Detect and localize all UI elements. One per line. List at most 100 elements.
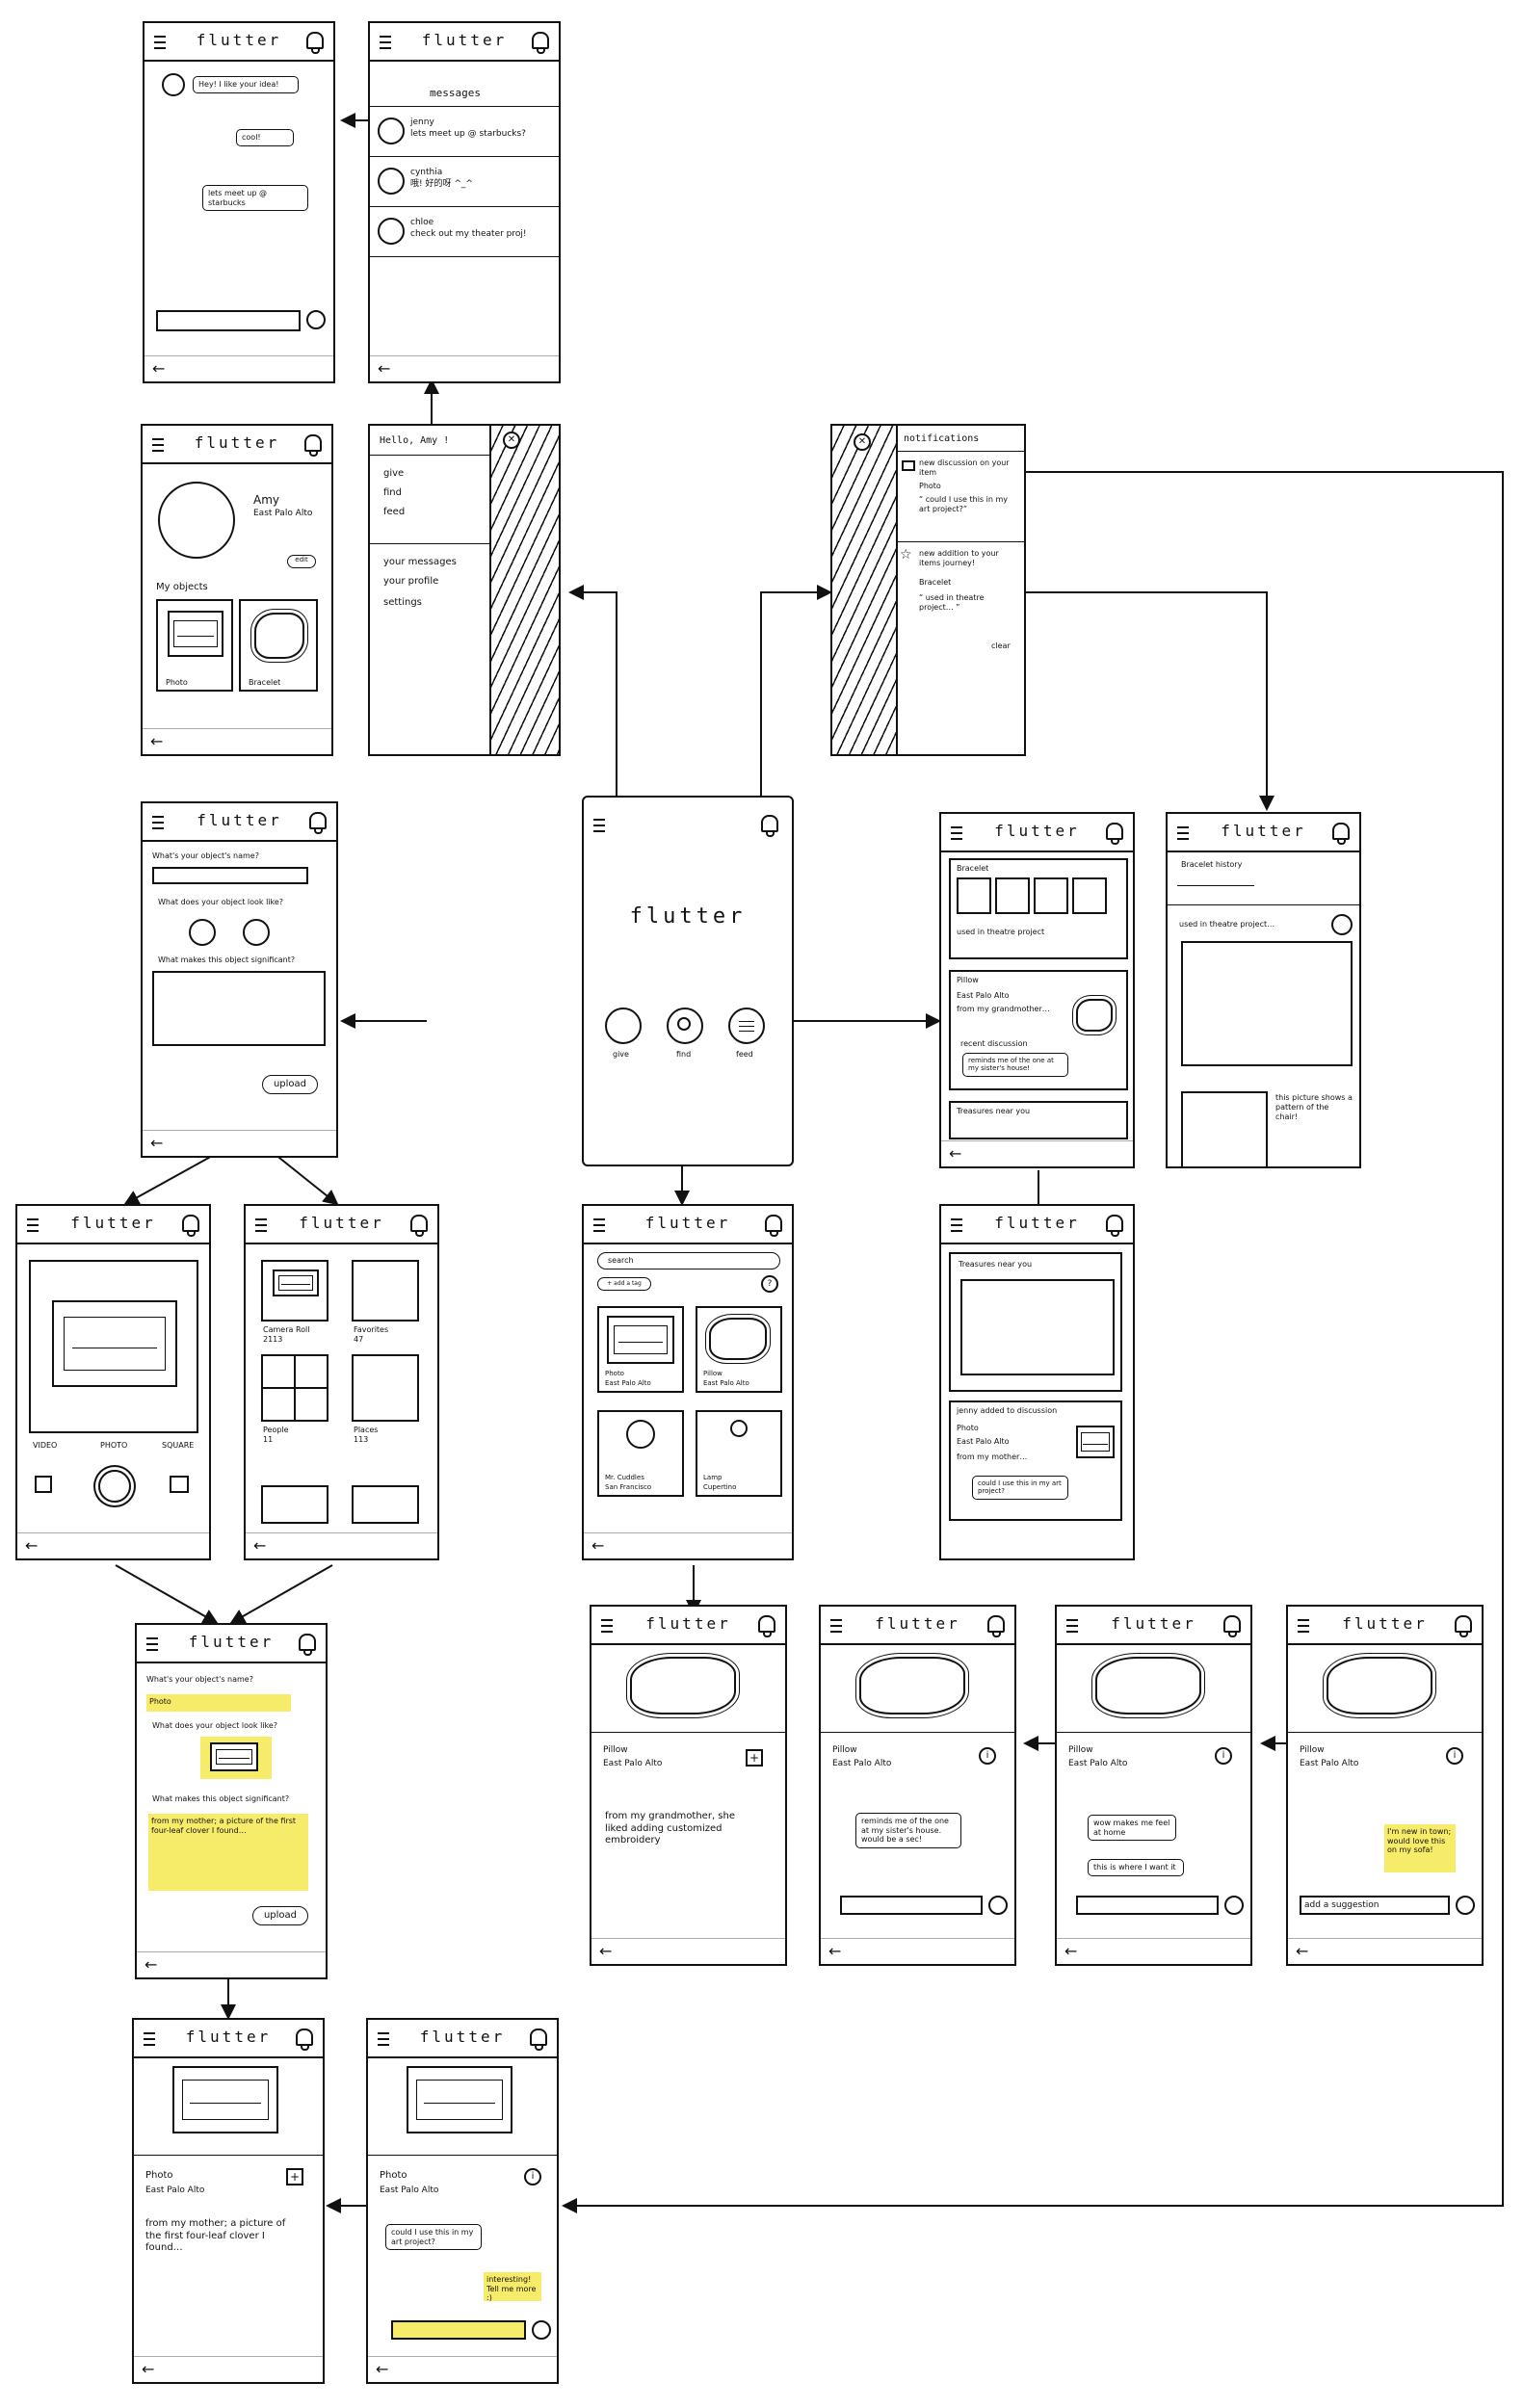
back-icon[interactable]: ← xyxy=(949,1144,961,1163)
album-people[interactable] xyxy=(261,1354,328,1422)
gallery-thumb-icon[interactable] xyxy=(35,1476,52,1493)
add-icon[interactable]: + xyxy=(746,1749,763,1767)
clear-button[interactable]: clear xyxy=(991,641,1011,651)
send-icon[interactable] xyxy=(1224,1896,1244,1915)
discussion-card[interactable]: jenny added to discussion Photo East Pal… xyxy=(949,1400,1122,1521)
back-icon[interactable]: ← xyxy=(378,359,390,378)
give-button[interactable] xyxy=(605,1008,642,1044)
mode-square[interactable]: SQUARE xyxy=(162,1441,194,1451)
suggestion-input[interactable]: add a suggestion xyxy=(1300,1896,1450,1915)
album-more[interactable] xyxy=(352,1485,419,1524)
close-icon[interactable]: ✕ xyxy=(854,433,871,451)
mode-video[interactable]: VIDEO xyxy=(33,1441,57,1451)
upload-button[interactable]: upload xyxy=(252,1906,308,1925)
close-icon[interactable]: ✕ xyxy=(503,432,520,449)
back-icon[interactable]: ← xyxy=(376,2360,388,2378)
album-more[interactable] xyxy=(261,1485,328,1524)
bell-icon[interactable] xyxy=(532,32,549,54)
bell-icon[interactable] xyxy=(761,815,778,837)
feed-button[interactable] xyxy=(728,1008,765,1044)
treasures-card[interactable]: Treasures near you xyxy=(949,1101,1128,1139)
upload-button[interactable]: upload xyxy=(262,1075,318,1094)
name-input[interactable]: Photo xyxy=(146,1694,291,1712)
bell-icon[interactable] xyxy=(1223,1615,1241,1637)
bell-icon[interactable] xyxy=(299,1634,316,1656)
back-icon[interactable]: ← xyxy=(591,1536,604,1555)
message-row[interactable]: jenny lets meet up @ starbucks? xyxy=(370,108,559,157)
menu-item-settings[interactable]: settings xyxy=(383,597,422,610)
treasures-map-card[interactable]: Treasures near you xyxy=(949,1252,1122,1392)
bell-icon[interactable] xyxy=(304,434,322,457)
edit-button[interactable]: edit xyxy=(287,555,316,568)
dimmed-overlay[interactable] xyxy=(489,426,559,754)
bracelet-card[interactable]: Bracelet used in theatre project xyxy=(949,858,1128,959)
mode-photo[interactable]: PHOTO xyxy=(100,1441,127,1451)
bell-icon[interactable] xyxy=(1106,1215,1123,1237)
info-icon[interactable]: i xyxy=(1446,1747,1463,1765)
switch-camera-icon[interactable] xyxy=(170,1476,189,1493)
bell-icon[interactable] xyxy=(758,1615,775,1637)
back-icon[interactable]: ← xyxy=(150,732,163,750)
dimmed-overlay[interactable] xyxy=(832,426,898,754)
object-card-bracelet[interactable]: Bracelet xyxy=(239,599,318,692)
back-icon[interactable]: ← xyxy=(828,1942,841,1960)
message-input[interactable] xyxy=(156,310,301,331)
significance-textarea[interactable] xyxy=(152,971,326,1046)
info-icon[interactable]: i xyxy=(524,2168,541,2186)
upload-photo-icon[interactable] xyxy=(243,919,270,946)
significance-textarea[interactable]: from my mother; a picture of the first f… xyxy=(148,1814,308,1891)
back-icon[interactable]: ← xyxy=(1064,1942,1077,1960)
result-card[interactable]: Pillow East Palo Alto xyxy=(696,1306,782,1393)
name-input[interactable] xyxy=(152,867,308,884)
bell-icon[interactable] xyxy=(410,1215,428,1237)
bell-icon[interactable] xyxy=(182,1215,199,1237)
message-row[interactable]: cynthia 哦! 好的呀 ^_^ xyxy=(370,158,559,207)
back-icon[interactable]: ← xyxy=(145,1955,157,1974)
info-icon[interactable]: i xyxy=(979,1747,996,1765)
map[interactable] xyxy=(960,1279,1115,1375)
back-icon[interactable]: ← xyxy=(1296,1942,1308,1960)
look-preview[interactable] xyxy=(200,1737,272,1779)
menu-icon[interactable] xyxy=(593,819,605,832)
menu-item-feed[interactable]: feed xyxy=(383,507,405,519)
album-places[interactable] xyxy=(352,1354,419,1422)
comment-input[interactable] xyxy=(840,1896,983,1915)
bell-icon[interactable] xyxy=(309,812,327,834)
result-card[interactable]: Photo East Palo Alto xyxy=(597,1306,684,1393)
info-icon[interactable]: i xyxy=(1215,1747,1232,1765)
bell-icon[interactable] xyxy=(530,2028,547,2051)
object-card-photo[interactable]: Photo xyxy=(156,599,233,692)
back-icon[interactable]: ← xyxy=(150,1134,163,1152)
notification-item[interactable]: ☆ new addition to your items journey! Br… xyxy=(896,543,1024,640)
album-favorites[interactable] xyxy=(352,1260,419,1322)
back-icon[interactable]: ← xyxy=(142,2360,154,2378)
bell-icon[interactable] xyxy=(987,1615,1005,1637)
comment-input[interactable] xyxy=(391,2320,526,2340)
comment-input[interactable] xyxy=(1076,1896,1219,1915)
bell-icon[interactable] xyxy=(296,2028,313,2051)
back-icon[interactable]: ← xyxy=(152,359,165,378)
bell-icon[interactable] xyxy=(1332,823,1350,845)
bell-icon[interactable] xyxy=(306,32,324,54)
send-icon[interactable] xyxy=(988,1896,1008,1915)
pillow-card[interactable]: Pillow East Palo Alto from my grandmothe… xyxy=(949,970,1128,1090)
camera-icon[interactable] xyxy=(189,919,216,946)
shutter-button[interactable] xyxy=(98,1470,131,1503)
add-icon[interactable]: + xyxy=(286,2168,303,2186)
send-icon[interactable] xyxy=(306,310,326,329)
menu-item-give[interactable]: give xyxy=(383,468,404,481)
add-tag-button[interactable]: + add a tag xyxy=(597,1277,651,1291)
bell-icon[interactable] xyxy=(765,1215,782,1237)
bell-icon[interactable] xyxy=(1455,1615,1472,1637)
back-icon[interactable]: ← xyxy=(599,1942,612,1960)
help-icon[interactable]: ? xyxy=(761,1275,778,1293)
notification-item[interactable]: new discussion on your item Photo “ coul… xyxy=(896,453,1024,542)
find-button[interactable] xyxy=(667,1008,703,1044)
message-row[interactable]: chloe check out my theater proj! xyxy=(370,208,559,257)
result-card[interactable]: Lamp Cupertino xyxy=(696,1410,782,1497)
send-icon[interactable] xyxy=(1456,1896,1475,1915)
menu-item-profile[interactable]: your profile xyxy=(383,576,438,589)
result-card[interactable]: Mr. Cuddles San Francisco xyxy=(597,1410,684,1497)
back-icon[interactable]: ← xyxy=(253,1536,266,1555)
menu-item-find[interactable]: find xyxy=(383,487,402,500)
